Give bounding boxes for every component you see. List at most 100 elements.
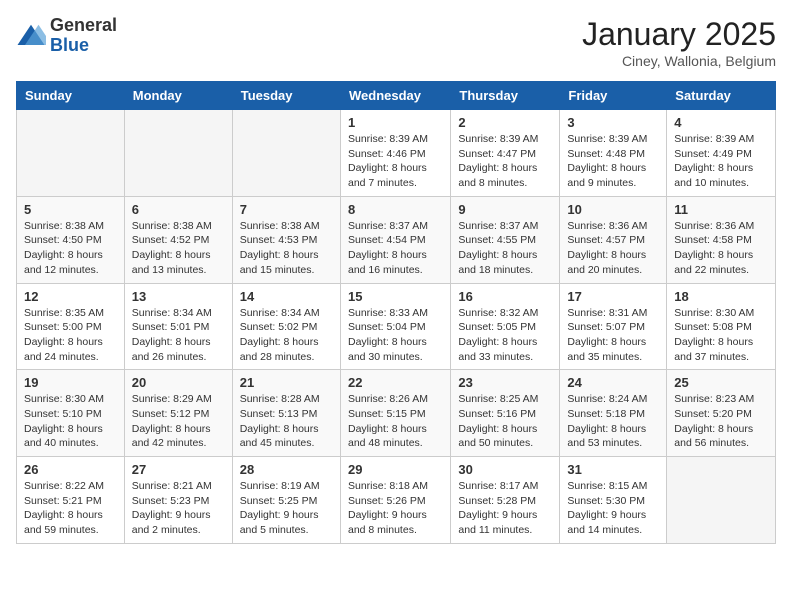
- day-info: Sunrise: 8:39 AM Sunset: 4:47 PM Dayligh…: [458, 132, 552, 191]
- day-info: Sunrise: 8:18 AM Sunset: 5:26 PM Dayligh…: [348, 479, 443, 538]
- day-number: 14: [240, 289, 333, 304]
- calendar-cell: 14 Sunrise: 8:34 AM Sunset: 5:02 PM Dayli…: [232, 283, 340, 370]
- calendar-cell: [124, 110, 232, 197]
- calendar-cell: 25 Sunrise: 8:23 AM Sunset: 5:20 PM Dayli…: [667, 370, 776, 457]
- day-number: 11: [674, 202, 768, 217]
- calendar-cell: 26 Sunrise: 8:22 AM Sunset: 5:21 PM Dayli…: [17, 457, 125, 544]
- day-number: 31: [567, 462, 659, 477]
- calendar-cell: 1 Sunrise: 8:39 AM Sunset: 4:46 PM Daylig…: [340, 110, 450, 197]
- day-info: Sunrise: 8:30 AM Sunset: 5:10 PM Dayligh…: [24, 392, 117, 451]
- day-number: 24: [567, 375, 659, 390]
- day-number: 4: [674, 115, 768, 130]
- logo-text: General Blue: [50, 16, 117, 56]
- day-info: Sunrise: 8:24 AM Sunset: 5:18 PM Dayligh…: [567, 392, 659, 451]
- day-info: Sunrise: 8:36 AM Sunset: 4:57 PM Dayligh…: [567, 219, 659, 278]
- weekday-header: Wednesday: [340, 82, 450, 110]
- day-info: Sunrise: 8:25 AM Sunset: 5:16 PM Dayligh…: [458, 392, 552, 451]
- logo-general: General: [50, 16, 117, 36]
- calendar-cell: 16Sunrise: 8:32 AM Sunset: 5:05 PM Dayli…: [451, 283, 560, 370]
- calendar-cell: 11 Sunrise: 8:36 AM Sunset: 4:58 PM Dayli…: [667, 196, 776, 283]
- calendar-cell: 2Sunrise: 8:39 AM Sunset: 4:47 PM Daylig…: [451, 110, 560, 197]
- weekday-header: Monday: [124, 82, 232, 110]
- calendar-cell: 8 Sunrise: 8:37 AM Sunset: 4:54 PM Daylig…: [340, 196, 450, 283]
- day-number: 8: [348, 202, 443, 217]
- day-number: 30: [458, 462, 552, 477]
- weekday-header: Sunday: [17, 82, 125, 110]
- title-block: January 2025 Ciney, Wallonia, Belgium: [582, 16, 776, 69]
- calendar-week-row: 1 Sunrise: 8:39 AM Sunset: 4:46 PM Daylig…: [17, 110, 776, 197]
- day-number: 16: [458, 289, 552, 304]
- weekday-row: SundayMondayTuesdayWednesdayThursdayFrid…: [17, 82, 776, 110]
- calendar-header: SundayMondayTuesdayWednesdayThursdayFrid…: [17, 82, 776, 110]
- day-info: Sunrise: 8:29 AM Sunset: 5:12 PM Dayligh…: [132, 392, 225, 451]
- day-info: Sunrise: 8:35 AM Sunset: 5:00 PM Dayligh…: [24, 306, 117, 365]
- day-info: Sunrise: 8:39 AM Sunset: 4:49 PM Dayligh…: [674, 132, 768, 191]
- calendar-cell: 21Sunrise: 8:28 AM Sunset: 5:13 PM Dayli…: [232, 370, 340, 457]
- day-info: Sunrise: 8:38 AM Sunset: 4:53 PM Dayligh…: [240, 219, 333, 278]
- day-info: Sunrise: 8:17 AM Sunset: 5:28 PM Dayligh…: [458, 479, 552, 538]
- calendar-week-row: 26 Sunrise: 8:22 AM Sunset: 5:21 PM Dayli…: [17, 457, 776, 544]
- day-number: 1: [348, 115, 443, 130]
- day-info: Sunrise: 8:34 AM Sunset: 5:01 PM Dayligh…: [132, 306, 225, 365]
- calendar-cell: 20Sunrise: 8:29 AM Sunset: 5:12 PM Dayli…: [124, 370, 232, 457]
- weekday-header: Friday: [560, 82, 667, 110]
- day-number: 26: [24, 462, 117, 477]
- calendar-cell: 7 Sunrise: 8:38 AM Sunset: 4:53 PM Daylig…: [232, 196, 340, 283]
- weekday-header: Thursday: [451, 82, 560, 110]
- day-number: 15: [348, 289, 443, 304]
- day-number: 12: [24, 289, 117, 304]
- calendar: SundayMondayTuesdayWednesdayThursdayFrid…: [16, 81, 776, 544]
- day-info: Sunrise: 8:19 AM Sunset: 5:25 PM Dayligh…: [240, 479, 333, 538]
- calendar-cell: 13 Sunrise: 8:34 AM Sunset: 5:01 PM Dayli…: [124, 283, 232, 370]
- weekday-header: Tuesday: [232, 82, 340, 110]
- logo-blue: Blue: [50, 36, 117, 56]
- day-number: 25: [674, 375, 768, 390]
- day-info: Sunrise: 8:23 AM Sunset: 5:20 PM Dayligh…: [674, 392, 768, 451]
- day-number: 21: [240, 375, 333, 390]
- day-info: Sunrise: 8:34 AM Sunset: 5:02 PM Dayligh…: [240, 306, 333, 365]
- day-number: 19: [24, 375, 117, 390]
- day-info: Sunrise: 8:31 AM Sunset: 5:07 PM Dayligh…: [567, 306, 659, 365]
- day-info: Sunrise: 8:39 AM Sunset: 4:48 PM Dayligh…: [567, 132, 659, 191]
- calendar-cell: 29 Sunrise: 8:18 AM Sunset: 5:26 PM Dayli…: [340, 457, 450, 544]
- day-info: Sunrise: 8:37 AM Sunset: 4:54 PM Dayligh…: [348, 219, 443, 278]
- day-number: 13: [132, 289, 225, 304]
- day-number: 9: [458, 202, 552, 217]
- day-info: Sunrise: 8:38 AM Sunset: 4:52 PM Dayligh…: [132, 219, 225, 278]
- calendar-cell: 30 Sunrise: 8:17 AM Sunset: 5:28 PM Dayli…: [451, 457, 560, 544]
- calendar-cell: [17, 110, 125, 197]
- calendar-cell: 10 Sunrise: 8:36 AM Sunset: 4:57 PM Dayli…: [560, 196, 667, 283]
- day-info: Sunrise: 8:22 AM Sunset: 5:21 PM Dayligh…: [24, 479, 117, 538]
- calendar-week-row: 19 Sunrise: 8:30 AM Sunset: 5:10 PM Dayli…: [17, 370, 776, 457]
- day-number: 7: [240, 202, 333, 217]
- calendar-cell: 4 Sunrise: 8:39 AM Sunset: 4:49 PM Daylig…: [667, 110, 776, 197]
- calendar-cell: 18Sunrise: 8:30 AM Sunset: 5:08 PM Dayli…: [667, 283, 776, 370]
- calendar-cell: 5 Sunrise: 8:38 AM Sunset: 4:50 PM Daylig…: [17, 196, 125, 283]
- day-number: 10: [567, 202, 659, 217]
- calendar-cell: 12 Sunrise: 8:35 AM Sunset: 5:00 PM Dayli…: [17, 283, 125, 370]
- calendar-cell: 22Sunrise: 8:26 AM Sunset: 5:15 PM Dayli…: [340, 370, 450, 457]
- calendar-week-row: 12 Sunrise: 8:35 AM Sunset: 5:00 PM Dayli…: [17, 283, 776, 370]
- location: Ciney, Wallonia, Belgium: [582, 53, 776, 69]
- calendar-cell: 19 Sunrise: 8:30 AM Sunset: 5:10 PM Dayli…: [17, 370, 125, 457]
- day-number: 3: [567, 115, 659, 130]
- day-number: 5: [24, 202, 117, 217]
- day-number: 29: [348, 462, 443, 477]
- calendar-cell: [667, 457, 776, 544]
- calendar-week-row: 5 Sunrise: 8:38 AM Sunset: 4:50 PM Daylig…: [17, 196, 776, 283]
- day-number: 17: [567, 289, 659, 304]
- day-info: Sunrise: 8:15 AM Sunset: 5:30 PM Dayligh…: [567, 479, 659, 538]
- day-number: 27: [132, 462, 225, 477]
- day-info: Sunrise: 8:37 AM Sunset: 4:55 PM Dayligh…: [458, 219, 552, 278]
- calendar-cell: 27 Sunrise: 8:21 AM Sunset: 5:23 PM Dayli…: [124, 457, 232, 544]
- day-info: Sunrise: 8:38 AM Sunset: 4:50 PM Dayligh…: [24, 219, 117, 278]
- calendar-cell: 24 Sunrise: 8:24 AM Sunset: 5:18 PM Dayli…: [560, 370, 667, 457]
- page-header: General Blue January 2025 Ciney, Walloni…: [16, 16, 776, 69]
- day-info: Sunrise: 8:36 AM Sunset: 4:58 PM Dayligh…: [674, 219, 768, 278]
- month-title: January 2025: [582, 16, 776, 53]
- day-number: 6: [132, 202, 225, 217]
- day-info: Sunrise: 8:39 AM Sunset: 4:46 PM Dayligh…: [348, 132, 443, 191]
- calendar-cell: [232, 110, 340, 197]
- logo: General Blue: [16, 16, 117, 56]
- day-info: Sunrise: 8:21 AM Sunset: 5:23 PM Dayligh…: [132, 479, 225, 538]
